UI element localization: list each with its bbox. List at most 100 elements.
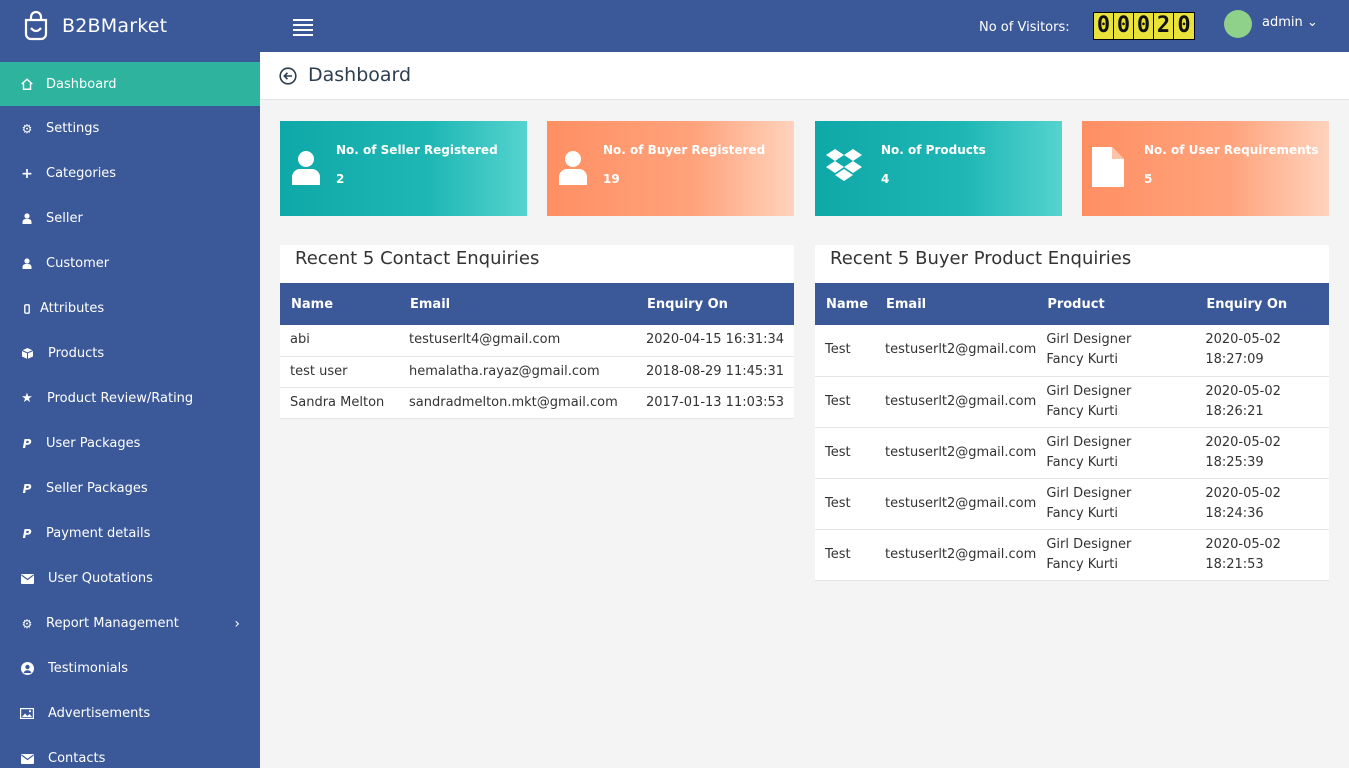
user-icon [559,151,587,185]
table-cell: testuserlt2@gmail.com [875,529,1037,581]
sidebar-item-report-management[interactable]: ⚙ Report Management › [0,601,260,646]
table-cell: 2020-05-02 18:24:36 [1195,478,1329,530]
table-cell: Girl Designer Fancy Kurti [1036,325,1196,377]
stat-card-requirements[interactable]: No. of User Requirements 5 [1082,121,1329,216]
visitor-counter: 0 0 0 2 0 [1093,12,1195,40]
table-row[interactable]: Test testuserlt2@gmail.com Girl Designer… [815,376,1329,428]
sidebar-item-seller[interactable]: Seller [0,196,260,241]
sidebar-item-label: Advertisements [48,706,151,721]
sidebar-item-label: User Quotations [48,571,153,586]
stat-card-sellers[interactable]: No. of Seller Registered 2 [280,121,527,216]
visitor-digit: 0 [1174,13,1194,39]
table-row[interactable]: Test testuserlt2@gmail.com Girl Designer… [815,529,1329,581]
table-header-row: Name Email Enquiry On [280,283,794,325]
visitor-digit: 2 [1154,13,1174,39]
sidebar-item-settings[interactable]: ⚙ Settings [0,106,260,151]
user-icon [20,257,34,271]
sidebar-item-label: Contacts [48,751,106,766]
sidebar-item-label: Seller Packages [46,481,148,496]
sidebar-item-label: Product Review/Rating [47,391,194,406]
table-row[interactable]: test user hemalatha.rayaz@gmail.com 2018… [280,356,794,388]
sidebar-item-attributes[interactable]: Attributes [0,286,260,331]
column-header: Enquiry On [647,296,728,312]
stat-card-buyers[interactable]: No. of Buyer Registered 19 [547,121,794,216]
cube-icon [20,347,34,361]
plus-icon: + [21,165,33,182]
table-cell: sandradmelton.mkt@gmail.com [399,387,636,419]
table-cell: 2020-04-15 16:31:34 [636,325,794,357]
table-row[interactable]: Test testuserlt2@gmail.com Girl Designer… [815,478,1329,530]
brand-bag-icon [24,10,48,41]
table-cell: testuserlt2@gmail.com [875,427,1037,479]
user-icon [20,212,34,226]
sidebar-item-label: Seller [46,211,83,226]
sidebar-item-contacts[interactable]: Contacts [0,736,260,768]
table-cell: testuserlt2@gmail.com [875,325,1037,377]
panel-title: Recent 5 Buyer Product Enquiries [830,248,1132,269]
table-cell: 2018-08-29 11:45:31 [636,356,794,388]
sidebar-item-customer[interactable]: Customer [0,241,260,286]
contact-enquiries-panel: Recent 5 Contact Enquiries Name Email En… [280,245,794,419]
table-cell: 2020-05-02 18:21:53 [1195,529,1329,581]
table-row[interactable]: Test testuserlt2@gmail.com Girl Designer… [815,427,1329,479]
sidebar-item-testimonials[interactable]: Testimonials [0,646,260,691]
column-header: Name [291,296,334,312]
sidebar-item-label: Testimonials [48,661,129,676]
sidebar-item-categories[interactable]: + Categories [0,151,260,196]
star-icon: ★ [21,391,33,406]
table-row[interactable]: abi testuserlt4@gmail.com 2020-04-15 16:… [280,325,794,357]
column-header: Email [886,296,927,312]
sidebar-item-payment-details[interactable]: P Payment details [0,511,260,556]
product-enquiries-table: Name Email Product Enquiry On Test testu… [815,283,1329,581]
home-icon [20,77,34,91]
sidebar-item-label: Products [48,346,105,361]
table-header-row: Name Email Product Enquiry On [815,283,1329,325]
paypal-icon: P [22,436,32,451]
visitors-label: No of Visitors: [979,20,1070,35]
table-cell: Girl Designer Fancy Kurti [1036,376,1196,428]
top-navbar: B2BMarket No of Visitors: 0 0 0 2 0 admi… [0,0,1349,52]
stat-value: 19 [603,172,620,186]
column-header: Product [1047,296,1105,312]
table-cell: Test [815,478,875,530]
sidebar-item-products[interactable]: Products [0,331,260,376]
user-menu-dropdown[interactable]: admin ⌄ [1262,15,1318,30]
back-arrow-icon[interactable] [279,67,297,85]
table-cell: Girl Designer Fancy Kurti [1036,529,1196,581]
table-cell: Girl Designer Fancy Kurti [1036,427,1196,479]
table-cell: 2017-01-13 11:03:53 [636,387,794,419]
brand-logo[interactable]: B2BMarket [20,9,167,43]
sidebar-item-label: Settings [46,121,100,136]
mobile-icon [20,302,34,316]
panel-title: Recent 5 Contact Enquiries [295,248,540,269]
sidebar-item-label: Categories [46,166,117,181]
envelope-icon [20,752,34,766]
user-icon [292,151,320,185]
stat-label: No. of User Requirements [1144,143,1319,157]
table-cell: Test [815,427,875,479]
column-header: Email [410,296,451,312]
table-cell: test user [280,356,399,388]
visitor-digit: 0 [1114,13,1134,39]
stat-label: No. of Buyer Registered [603,143,766,157]
sidebar-item-product-review[interactable]: ★ Product Review/Rating [0,376,260,421]
table-row[interactable]: Test testuserlt2@gmail.com Girl Designer… [815,325,1329,377]
table-cell: Test [815,325,875,377]
sidebar-item-seller-packages[interactable]: P Seller Packages [0,466,260,511]
visitor-digit: 0 [1094,13,1114,39]
sidebar-item-dashboard[interactable]: Dashboard [0,62,260,106]
image-icon [20,707,34,721]
gear-icon: ⚙ [21,121,33,136]
sidebar-item-label: User Packages [46,436,141,451]
table-cell: Sandra Melton [280,387,399,419]
avatar[interactable] [1224,10,1252,38]
stat-card-products[interactable]: No. of Products 4 [815,121,1062,216]
menu-toggle-icon[interactable] [293,16,313,36]
table-cell: abi [280,325,399,357]
stat-value: 2 [336,172,345,186]
sidebar-item-user-quotations[interactable]: User Quotations [0,556,260,601]
sidebar-item-advertisements[interactable]: Advertisements [0,691,260,736]
table-row[interactable]: Sandra Melton sandradmelton.mkt@gmail.co… [280,387,794,419]
sidebar-item-label: Attributes [40,301,105,316]
sidebar-item-user-packages[interactable]: P User Packages [0,421,260,466]
